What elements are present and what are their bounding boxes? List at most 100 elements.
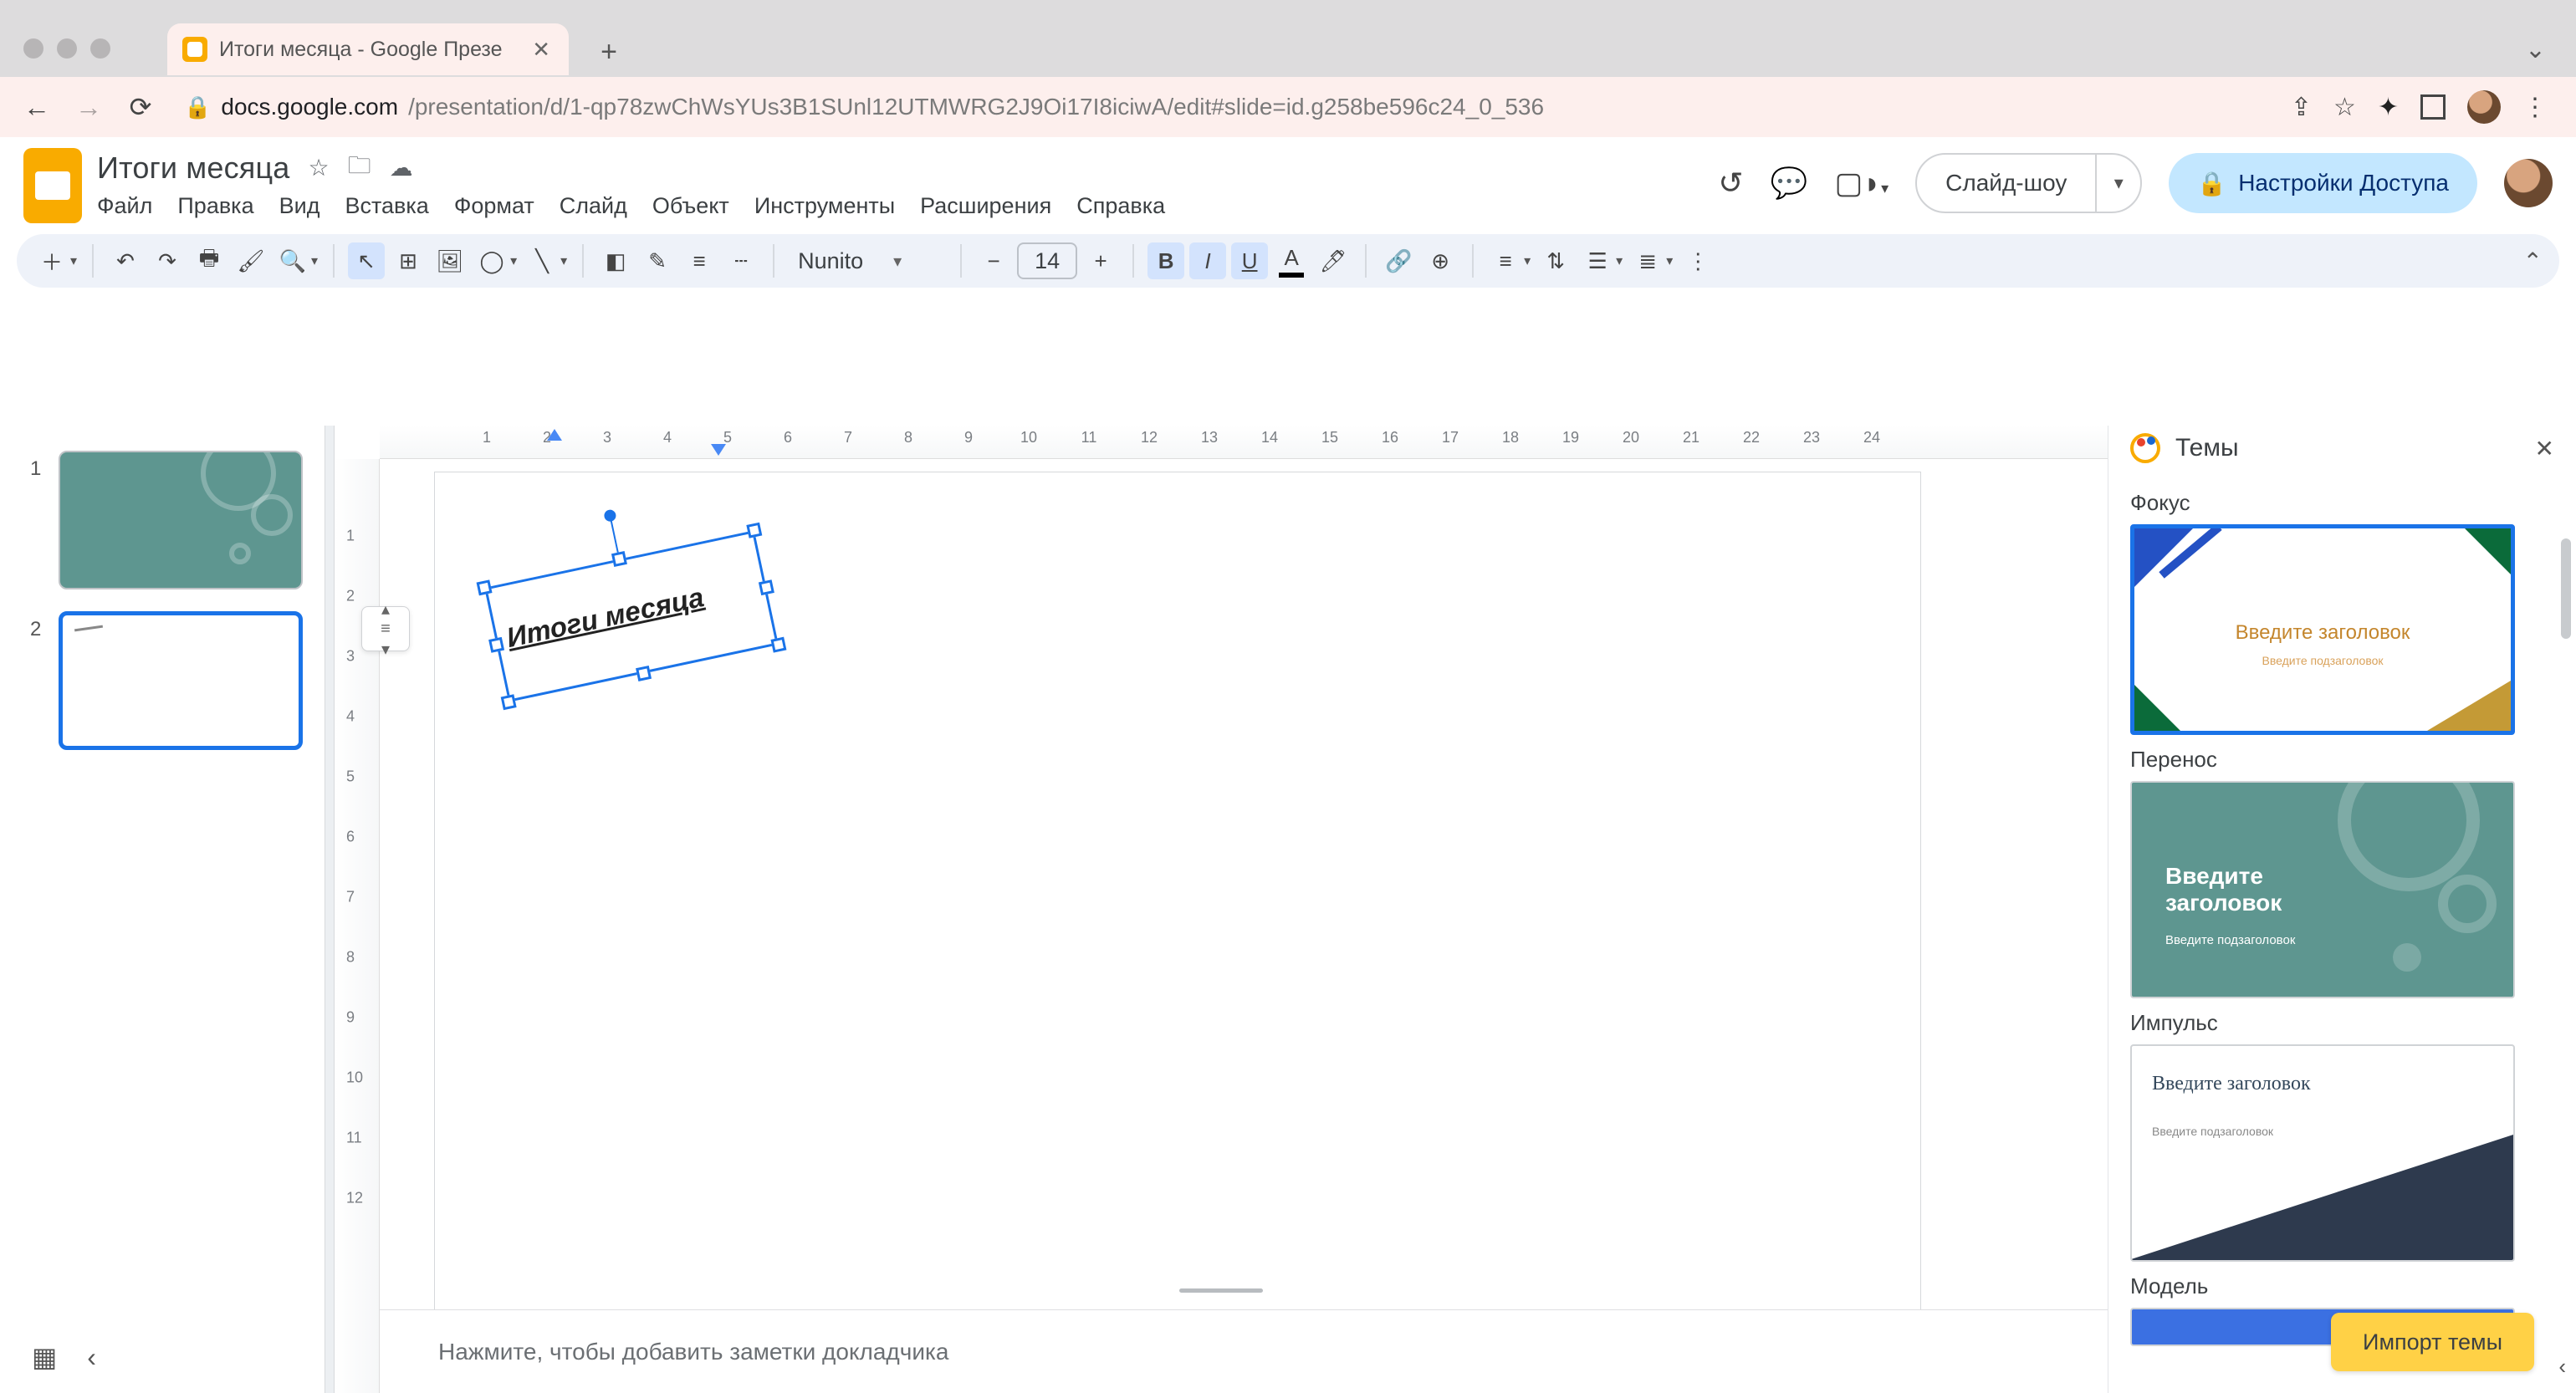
rotation-handle-icon[interactable] (603, 508, 617, 523)
print-icon[interactable]: 🖶 (191, 242, 227, 279)
menu-tools[interactable]: Инструменты (754, 193, 895, 219)
window-close-dot[interactable] (23, 38, 43, 59)
filmstrip-resize-handle[interactable] (325, 426, 335, 1393)
close-icon[interactable]: ✕ (2535, 435, 2554, 462)
bookmark-star-icon[interactable]: ☆ (2333, 93, 2356, 122)
fill-color-icon[interactable]: ◧ (597, 242, 634, 279)
horizontal-ruler[interactable]: 1 2 3 4 5 6 7 8 9 10 11 12 13 14 15 16 1… (380, 426, 2108, 459)
line-dropdown-icon[interactable]: ▾ (560, 253, 567, 269)
bullist-dropdown-icon[interactable]: ▾ (1616, 253, 1623, 269)
sidepanel-icon[interactable] (2420, 94, 2446, 120)
resize-handle-bm[interactable] (636, 666, 652, 681)
share-button[interactable]: 🔒 Настройки Доступа (2169, 153, 2477, 213)
numbered-list-icon[interactable]: ≣ (1629, 242, 1666, 279)
tab-close-icon[interactable]: ✕ (532, 37, 550, 63)
menu-format[interactable]: Формат (454, 193, 534, 219)
zoom-dropdown-icon[interactable]: ▾ (311, 253, 318, 269)
menu-extensions[interactable]: Расширения (920, 193, 1051, 219)
image-tool-icon[interactable]: 🖼 (432, 242, 468, 279)
textbox-movegrip-icon[interactable]: ▴≡▾ (361, 606, 410, 651)
extensions-icon[interactable]: ✦ (2378, 93, 2399, 122)
highlight-icon[interactable]: 🖊 (1315, 242, 1352, 279)
url-input[interactable]: 🔒 docs.google.com/presentation/d/1-qp78z… (176, 85, 2272, 129)
slide-thumbnail[interactable] (59, 451, 303, 589)
menu-object[interactable]: Объект (652, 193, 729, 219)
filmstrip-slide-2[interactable]: 2 (30, 611, 318, 750)
font-select[interactable]: Nunito ▾ (788, 248, 947, 274)
indent-marker-left-icon[interactable] (711, 444, 726, 456)
textbox-tool-icon[interactable]: ⊞ (390, 242, 427, 279)
new-slide-dropdown-icon[interactable]: ▾ (70, 253, 77, 269)
side-panel-collapse-icon[interactable]: ‹ (2558, 1354, 2566, 1380)
speaker-notes[interactable]: Нажмите, чтобы добавить заметки докладчи… (380, 1309, 2108, 1393)
menu-file[interactable]: Файл (97, 193, 152, 219)
italic-icon[interactable]: I (1189, 242, 1226, 279)
bold-icon[interactable]: B (1147, 242, 1184, 279)
new-tab-button[interactable]: + (585, 28, 632, 75)
zoom-icon[interactable]: 🔍 (274, 242, 311, 279)
resize-handle-tr[interactable] (746, 523, 762, 538)
explore-grid-icon[interactable]: ▦ (32, 1341, 57, 1373)
collapse-filmstrip-icon[interactable]: ‹ (87, 1342, 96, 1373)
text-color-icon[interactable]: A (1273, 242, 1310, 279)
line-tool-icon[interactable]: ╲ (524, 242, 560, 279)
account-avatar-icon[interactable] (2504, 159, 2553, 207)
star-icon[interactable]: ☆ (309, 154, 330, 181)
collapse-toolbar-icon[interactable]: ⌃ (2523, 247, 2543, 275)
theme-card-perenos[interactable]: Введите заголовок Введите подзаголовок (2130, 781, 2515, 998)
undo-icon[interactable]: ↶ (107, 242, 144, 279)
doc-title[interactable]: Итоги месяца (97, 151, 290, 186)
import-theme-button[interactable]: Импорт темы (2331, 1313, 2534, 1371)
history-icon[interactable]: ↺ (1718, 166, 1743, 201)
slide-canvas[interactable]: ▴≡▾ Итоги месяца (435, 472, 1920, 1317)
fontsize-decrease-icon[interactable]: − (975, 242, 1012, 279)
more-icon[interactable]: ⋮ (1679, 242, 1716, 279)
border-dash-icon[interactable]: ┄ (723, 242, 759, 279)
resize-handle-bl[interactable] (501, 694, 517, 710)
link-icon[interactable]: 🔗 (1380, 242, 1417, 279)
selected-textbox[interactable]: Итоги месяца (484, 530, 779, 702)
redo-icon[interactable]: ↷ (149, 242, 186, 279)
fontsize-input[interactable]: 14 (1017, 242, 1077, 279)
comments-icon[interactable]: 💬 (1771, 166, 1808, 201)
scrollbar-thumb[interactable] (2561, 538, 2571, 639)
window-max-dot[interactable] (90, 38, 110, 59)
window-min-dot[interactable] (57, 38, 77, 59)
resize-handle-tl[interactable] (477, 579, 493, 595)
border-color-icon[interactable]: ✎ (639, 242, 676, 279)
vertical-ruler[interactable]: 1 2 3 4 5 6 7 8 9 10 11 12 (335, 459, 380, 1393)
menu-slide[interactable]: Слайд (560, 193, 627, 219)
menu-help[interactable]: Справка (1076, 193, 1165, 219)
add-comment-icon[interactable]: ⊕ (1422, 242, 1459, 279)
select-tool-icon[interactable]: ↖ (348, 242, 385, 279)
move-folder-icon[interactable]: 🗀 (348, 148, 371, 188)
nav-back-icon[interactable]: ← (20, 90, 54, 124)
menu-view[interactable]: Вид (279, 193, 320, 219)
resize-handle-mr[interactable] (759, 579, 774, 595)
theme-card-focus[interactable]: Введите заголовок Введите подзаголовок (2130, 524, 2515, 735)
numlist-dropdown-icon[interactable]: ▾ (1666, 253, 1673, 269)
cloud-status-icon[interactable]: ☁ (390, 154, 413, 181)
menu-insert[interactable]: Вставка (345, 193, 428, 219)
nav-reload-icon[interactable]: ⟳ (124, 90, 157, 124)
share-page-icon[interactable]: ⇪ (2291, 93, 2312, 122)
filmstrip-slide-1[interactable]: 1 (30, 451, 318, 589)
meet-icon[interactable]: ▢◗▾ (1834, 166, 1889, 201)
browser-tab-active[interactable]: Итоги месяца - Google Презе ✕ (167, 23, 569, 75)
slide-thumbnail-selected[interactable] (59, 611, 303, 750)
browser-menu-icon[interactable]: ⋮ (2522, 93, 2548, 122)
resize-handle-br[interactable] (770, 637, 786, 653)
resize-handle-tm[interactable] (611, 551, 627, 567)
theme-card-impulse[interactable]: Введите заголовок Введите подзаголовок (2130, 1044, 2515, 1262)
slides-logo-icon[interactable] (23, 148, 82, 223)
menu-edit[interactable]: Правка (177, 193, 253, 219)
new-slide-button[interactable]: ＋ (33, 242, 70, 279)
slideshow-button[interactable]: Слайд-шоу ▾ (1915, 153, 2142, 213)
paint-format-icon[interactable]: 🖌 (233, 242, 269, 279)
fontsize-increase-icon[interactable]: + (1082, 242, 1119, 279)
nav-forward-icon[interactable]: → (72, 90, 105, 124)
align-dropdown-icon[interactable]: ▾ (1524, 253, 1531, 269)
line-spacing-icon[interactable]: ⇅ (1537, 242, 1574, 279)
underline-icon[interactable]: U (1231, 242, 1268, 279)
profile-avatar-icon[interactable] (2467, 90, 2501, 124)
